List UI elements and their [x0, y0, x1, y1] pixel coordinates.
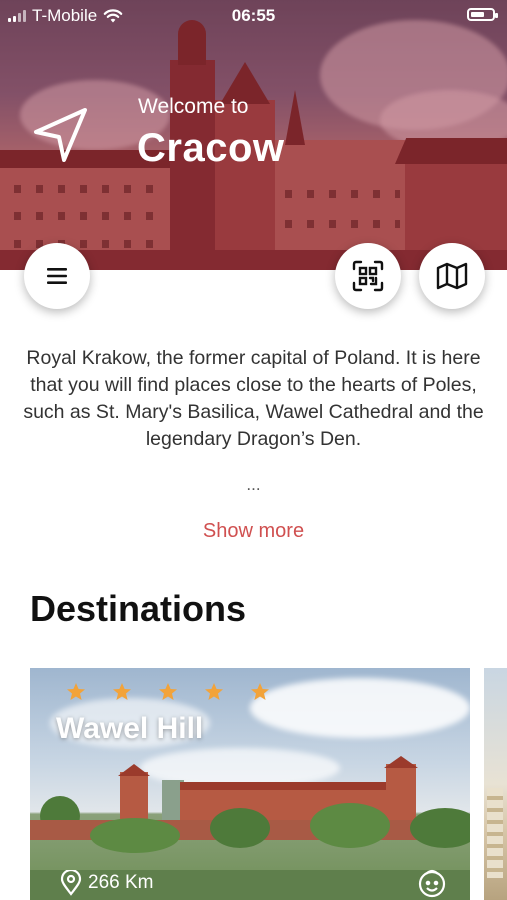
welcome-label: Welcome to: [138, 95, 249, 118]
kid-friendly-icon: [418, 869, 446, 898]
star-icon: [113, 683, 131, 700]
card-tree: [210, 808, 270, 848]
card-roof: [180, 782, 400, 790]
star-icon: [205, 683, 223, 700]
card-tree: [310, 803, 390, 848]
rating-stars: [66, 682, 270, 702]
card-tower: [120, 772, 148, 822]
location-pin-icon: [60, 870, 82, 896]
destination-distance: 266 Km: [60, 870, 153, 896]
star-icon: [251, 683, 269, 700]
map-button[interactable]: [419, 243, 485, 309]
card-tree: [90, 818, 180, 853]
city-title: Cracow: [137, 126, 285, 170]
status-time: 06:55: [231, 6, 276, 25]
description-ellipsis: ...: [246, 475, 261, 494]
qr-scan-button[interactable]: [335, 243, 401, 309]
distance-label: 266 Km: [88, 872, 154, 893]
card-cloud: [250, 678, 470, 738]
destination-card[interactable]: Wawel Hill 266 Km: [30, 668, 470, 900]
destination-name: Wawel Hill: [56, 712, 204, 745]
card-tower: [386, 764, 416, 822]
destination-card-next[interactable]: [484, 668, 507, 900]
qr-scan-icon: [352, 260, 384, 292]
show-more-link[interactable]: Show more: [0, 520, 507, 543]
menu-button[interactable]: [24, 243, 90, 309]
battery-fill: [471, 12, 484, 17]
city-description: Royal Krakow, the former capital of Pola…: [23, 347, 484, 450]
navigation-arrow-icon[interactable]: [30, 104, 92, 166]
star-icon: [67, 683, 85, 700]
status-bar: T-Mobile 06:55: [0, 0, 507, 30]
menu-icon: [47, 268, 67, 284]
map-icon: [436, 262, 468, 290]
card-building: [487, 788, 503, 878]
hero-header: T-Mobile 06:55 Welcome to Cracow: [0, 0, 507, 270]
destinations-heading: Destinations: [30, 588, 247, 629]
star-icon: [159, 683, 177, 700]
battery-icon: [467, 8, 498, 21]
